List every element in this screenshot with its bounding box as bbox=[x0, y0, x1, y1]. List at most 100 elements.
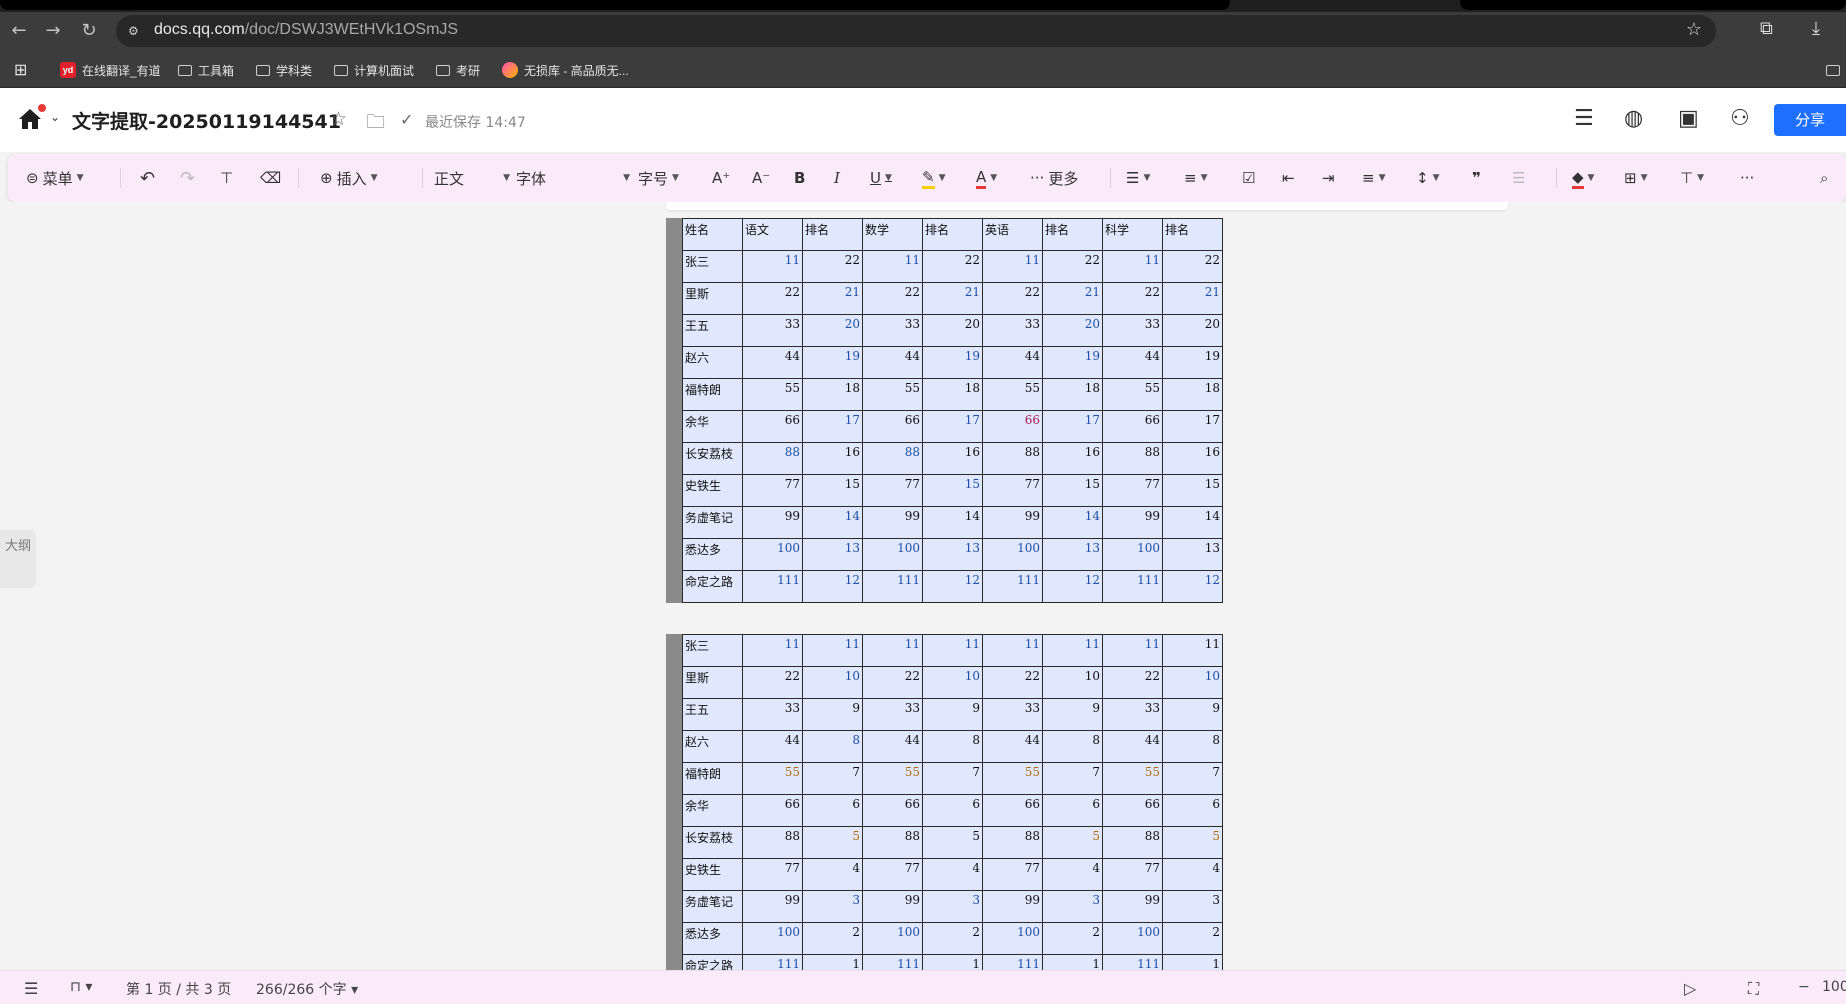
table-cell-name[interactable]: 务虚笔记 bbox=[682, 506, 743, 539]
table-cell[interactable]: 66 bbox=[1102, 410, 1163, 443]
table-cell[interactable]: 12 bbox=[802, 570, 863, 603]
address-bar[interactable]: ⚙ docs.qq.com/doc/DSWJ3WEtHVk1OSmJS ☆ bbox=[116, 15, 1716, 47]
bullet-list-icon[interactable]: ☰ ▼ bbox=[1126, 166, 1150, 190]
bold-icon[interactable]: B bbox=[794, 166, 805, 190]
table-cell[interactable]: 13 bbox=[922, 538, 983, 571]
table-cell[interactable]: 5 bbox=[802, 826, 863, 859]
table-cell[interactable]: 88 bbox=[742, 826, 803, 859]
table-cell[interactable]: 33 bbox=[742, 698, 803, 731]
table-cell[interactable]: 99 bbox=[742, 506, 803, 539]
table-cell[interactable]: 10 bbox=[802, 666, 863, 699]
table-cell[interactable]: 18 bbox=[1042, 378, 1103, 411]
table-cell[interactable]: 9 bbox=[1042, 698, 1103, 731]
table-cell[interactable]: 15 bbox=[802, 474, 863, 507]
table-cell[interactable]: 排名 bbox=[922, 218, 983, 251]
table-cell[interactable]: 5 bbox=[1162, 826, 1223, 859]
table-cell[interactable]: 55 bbox=[1102, 378, 1163, 411]
table-cell[interactable]: 17 bbox=[1162, 410, 1223, 443]
site-info-icon[interactable]: ⚙ bbox=[128, 23, 144, 39]
bookmark-item[interactable]: 学科类 bbox=[256, 60, 312, 80]
present-icon[interactable]: ▣ bbox=[1678, 106, 1699, 131]
table-cell[interactable]: 8 bbox=[802, 730, 863, 763]
table-cell[interactable]: 55 bbox=[982, 378, 1043, 411]
table-cell[interactable]: 13 bbox=[1162, 538, 1223, 571]
table-cell[interactable]: 44 bbox=[982, 346, 1043, 379]
table-cell[interactable]: 44 bbox=[1102, 346, 1163, 379]
table-cell[interactable]: 88 bbox=[1102, 826, 1163, 859]
table-cell[interactable]: 77 bbox=[742, 474, 803, 507]
table-cell[interactable]: 9 bbox=[1162, 698, 1223, 731]
table-cell[interactable]: 3 bbox=[1162, 890, 1223, 923]
table-cell-name[interactable]: 史铁生 bbox=[682, 858, 743, 891]
table-cell[interactable]: 100 bbox=[742, 922, 803, 955]
table-cell[interactable]: 3 bbox=[802, 890, 863, 923]
table-cell[interactable]: 22 bbox=[982, 282, 1043, 315]
table-cell[interactable]: 22 bbox=[922, 250, 983, 283]
table-cell[interactable]: 11 bbox=[862, 634, 923, 667]
checkbox-list-icon[interactable]: ☑ bbox=[1242, 166, 1255, 190]
table-cell-name[interactable]: 悉达多 bbox=[682, 922, 743, 955]
table-cell-name[interactable]: 长安荔枝 bbox=[682, 826, 743, 859]
table-cell[interactable]: 10 bbox=[1162, 666, 1223, 699]
table-cell[interactable]: 11 bbox=[742, 634, 803, 667]
table-cell[interactable]: 10 bbox=[1042, 666, 1103, 699]
font-size-select[interactable]: 字号 ▼ bbox=[638, 166, 679, 190]
play-icon[interactable]: ▷ bbox=[1684, 979, 1696, 998]
table-cell-name[interactable]: 命定之路 bbox=[682, 570, 743, 603]
outdent-icon[interactable]: ⇤ bbox=[1282, 166, 1295, 190]
table-cell[interactable]: 17 bbox=[1042, 410, 1103, 443]
table-cell[interactable]: 55 bbox=[742, 762, 803, 795]
table-cell-name[interactable]: 福特朗 bbox=[682, 378, 743, 411]
table-cell[interactable]: 9 bbox=[922, 698, 983, 731]
table-cell[interactable]: 33 bbox=[862, 314, 923, 347]
bookmark-item[interactable]: yd 在线翻译_有道 bbox=[60, 60, 161, 80]
table-cell[interactable]: 2 bbox=[1162, 922, 1223, 955]
table-cell[interactable]: 44 bbox=[862, 730, 923, 763]
back-icon[interactable]: ← bbox=[6, 18, 32, 44]
divider-icon[interactable]: ☰ bbox=[1512, 166, 1525, 190]
table-cell[interactable]: 99 bbox=[982, 506, 1043, 539]
table-cell[interactable]: 1 bbox=[1162, 954, 1223, 970]
menu-lines-icon[interactable]: ☰ bbox=[1574, 106, 1594, 131]
table-cell[interactable]: 11 bbox=[982, 634, 1043, 667]
table-cell[interactable]: 44 bbox=[1102, 730, 1163, 763]
table-cell[interactable]: 5 bbox=[922, 826, 983, 859]
browser-tab[interactable] bbox=[1460, 0, 1846, 10]
table-cell[interactable]: 8 bbox=[922, 730, 983, 763]
score-table-1[interactable]: 姓名 语文 排名 数学 排名 英语 排名 科学 排名 张三 11 22 11 22 11 2… bbox=[666, 218, 1223, 603]
table-cell[interactable]: 100 bbox=[982, 922, 1043, 955]
table-cell[interactable]: 15 bbox=[922, 474, 983, 507]
collaborate-icon[interactable]: ◍ bbox=[1624, 106, 1643, 131]
table-cell[interactable]: 12 bbox=[1042, 570, 1103, 603]
outline-view-icon[interactable]: ☰ bbox=[24, 979, 38, 998]
line-spacing-icon[interactable]: ↕ ▼ bbox=[1416, 166, 1440, 190]
fullscreen-icon[interactable]: ⛶ bbox=[1748, 979, 1759, 999]
table-cell[interactable]: 22 bbox=[862, 666, 923, 699]
table-cell[interactable]: 16 bbox=[1042, 442, 1103, 475]
table-cell[interactable]: 33 bbox=[1102, 698, 1163, 731]
table-cell[interactable]: 55 bbox=[862, 378, 923, 411]
table-cell[interactable]: 77 bbox=[742, 858, 803, 891]
table-cell-name[interactable]: 里斯 bbox=[682, 282, 743, 315]
bookmark-item[interactable]: 工具箱 bbox=[178, 60, 234, 80]
italic-icon[interactable]: I bbox=[834, 166, 840, 190]
url-text[interactable]: docs.qq.com/doc/DSWJ3WEtHVk1OSmJS bbox=[154, 21, 458, 39]
table-cell[interactable]: 66 bbox=[982, 794, 1043, 827]
table-cell[interactable]: 7 bbox=[1162, 762, 1223, 795]
table-icon[interactable]: ⊞ ▼ bbox=[1624, 166, 1648, 190]
eraser-icon[interactable]: ⌫ bbox=[260, 166, 281, 190]
table-cell[interactable]: 18 bbox=[802, 378, 863, 411]
table-cell[interactable]: 55 bbox=[742, 378, 803, 411]
table-cell[interactable]: 6 bbox=[1042, 794, 1103, 827]
score-table-2[interactable]: 张三 11 11 11 11 11 11 11 11 里斯 22 10 22 10 22 10 22 10 王五 33… bbox=[666, 634, 1223, 970]
table-cell[interactable]: 16 bbox=[922, 442, 983, 475]
format-painter-icon[interactable]: ⊤ bbox=[220, 166, 233, 190]
table-cell[interactable]: 44 bbox=[862, 346, 923, 379]
table-cell[interactable]: 19 bbox=[922, 346, 983, 379]
table-cell[interactable]: 22 bbox=[802, 250, 863, 283]
table-cell[interactable]: 111 bbox=[1102, 570, 1163, 603]
table-cell[interactable]: 99 bbox=[1102, 506, 1163, 539]
table-cell[interactable]: 111 bbox=[862, 570, 923, 603]
table-cell[interactable]: 16 bbox=[1162, 442, 1223, 475]
table-cell[interactable]: 11 bbox=[1102, 250, 1163, 283]
